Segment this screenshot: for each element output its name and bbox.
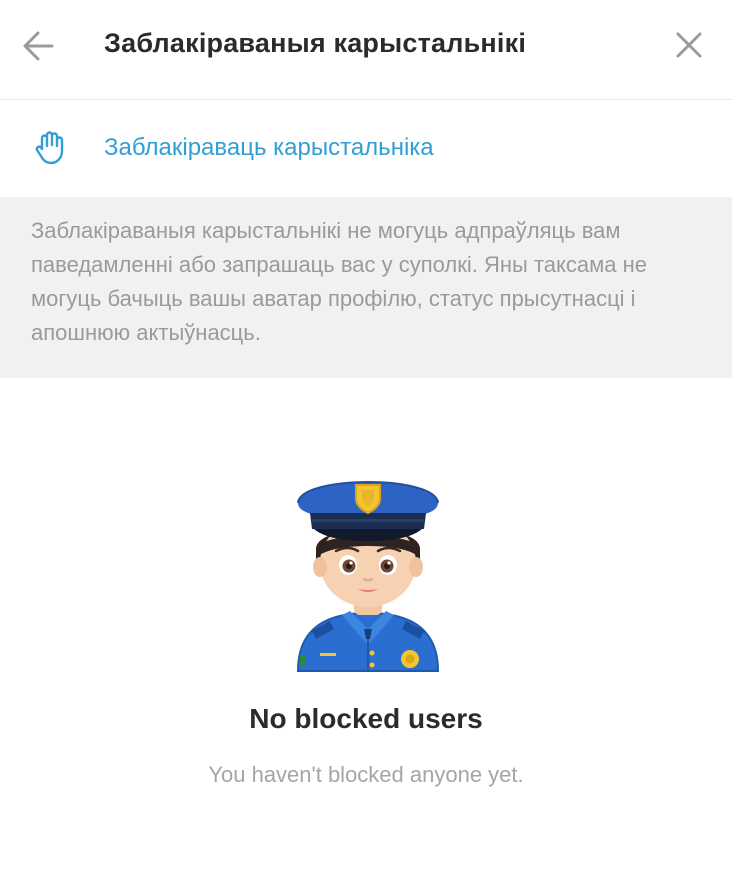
police-officer-emoji <box>296 481 440 672</box>
raised-hand-icon <box>35 131 64 165</box>
blocked-users-description: Заблакіраваныя карыстальнікі не могуць а… <box>0 197 732 378</box>
blocked-users-panel: Заблакіраваныя карыстальнікі Заблакірава… <box>0 0 732 877</box>
block-user-label: Заблакіраваць карыстальніка <box>104 134 434 161</box>
block-user-button[interactable]: Заблакіраваць карыстальніка <box>0 100 732 197</box>
page-title: Заблакіраваныя карыстальнікі <box>104 28 527 58</box>
panel-header: Заблакіраваныя карыстальнікі <box>0 0 732 100</box>
arrow-left-icon <box>23 31 54 61</box>
close-button[interactable] <box>672 28 706 62</box>
empty-state-title: No blocked users <box>249 703 483 734</box>
empty-state-subtitle: You haven't blocked anyone yet. <box>208 762 524 787</box>
back-button[interactable] <box>18 24 58 68</box>
close-icon <box>676 32 702 58</box>
